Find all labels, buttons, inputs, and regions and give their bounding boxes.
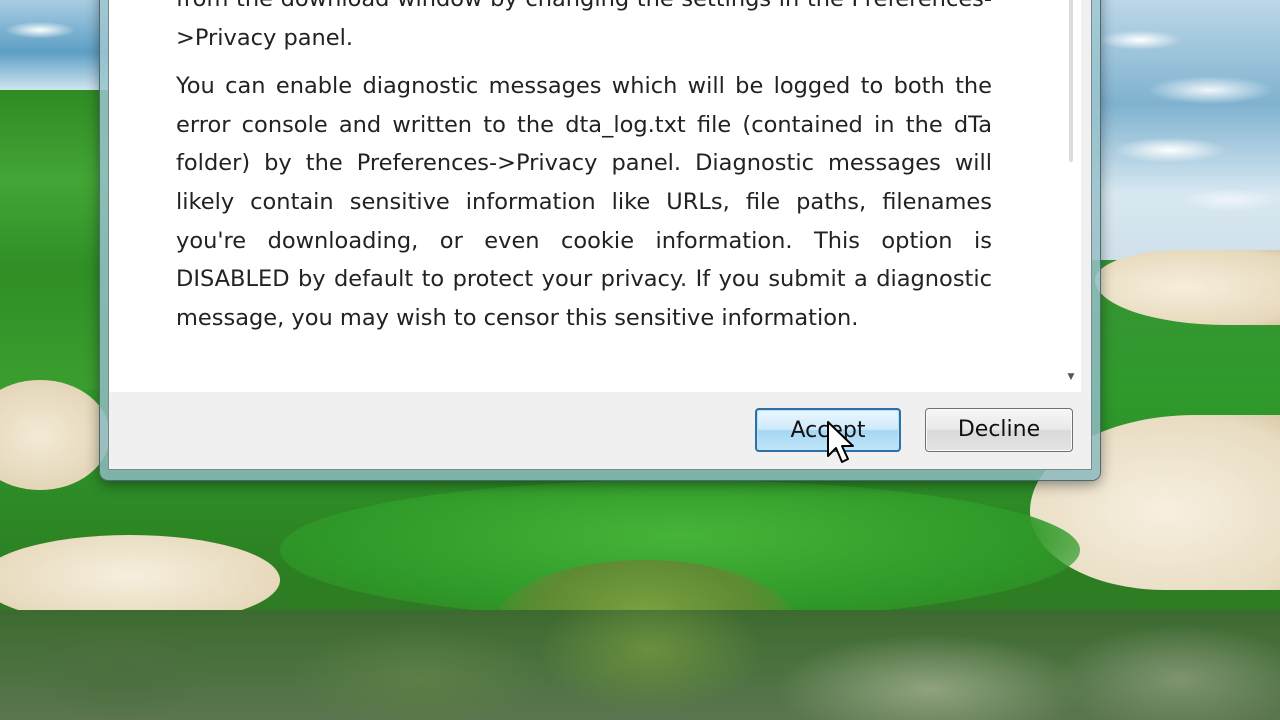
decline-button[interactable]: Decline: [925, 408, 1073, 452]
privacy-paragraph: from the download window by changing the…: [176, 0, 992, 51]
privacy-paragraph: You can enable diagnostic messages which…: [176, 73, 992, 331]
privacy-text: from the download window by changing the…: [176, 0, 992, 337]
wallpaper-ocean-left: [0, 0, 110, 95]
wallpaper-sand-trap-left: [0, 380, 110, 490]
scrollbar-thumb[interactable]: [1069, 0, 1073, 162]
vertical-scrollbar[interactable]: ▼: [1059, 0, 1081, 392]
wallpaper-grass-left: [0, 90, 115, 390]
privacy-dialog-window: from the download window by changing the…: [100, 0, 1100, 480]
wallpaper-sand-trap-right-top: [1095, 250, 1280, 325]
wallpaper-ocean-right: [1080, 0, 1280, 260]
wallpaper-bushes: [0, 610, 1280, 720]
mouse-pointer-icon: [827, 421, 854, 463]
dialog-client-area: from the download window by changing the…: [108, 0, 1092, 470]
privacy-text-pane[interactable]: from the download window by changing the…: [109, 0, 1081, 392]
scroll-down-arrow-icon[interactable]: ▼: [1065, 372, 1077, 382]
